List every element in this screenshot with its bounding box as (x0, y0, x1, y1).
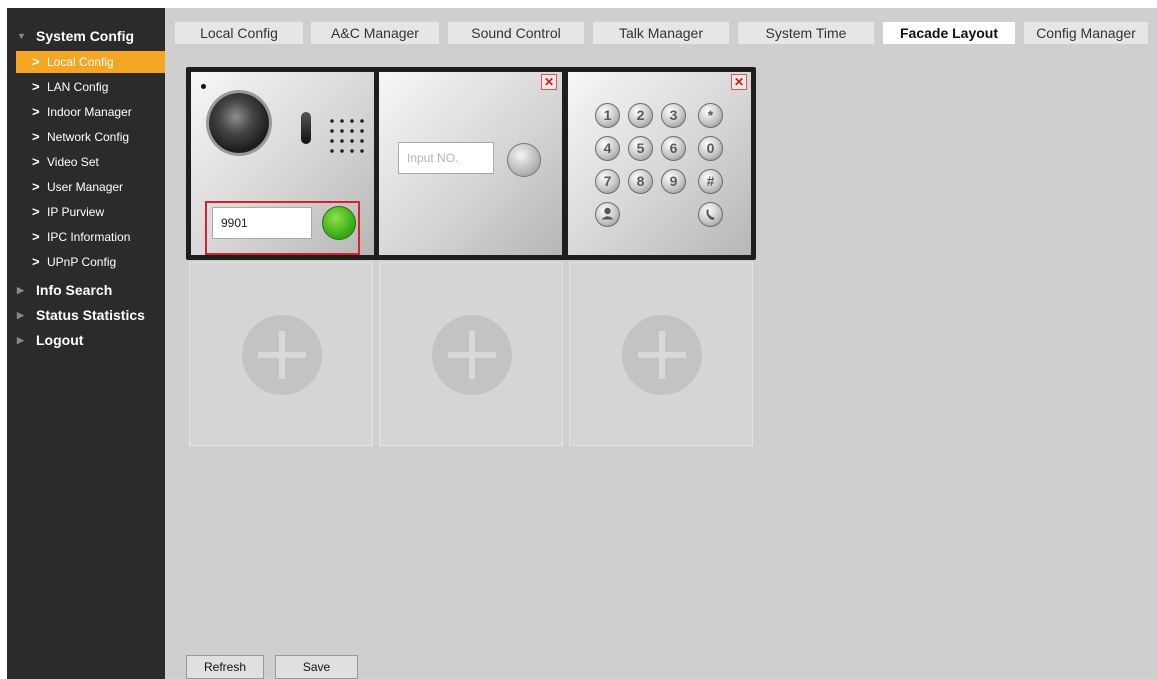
sidebar-item-label: Indoor Manager (47, 105, 132, 119)
facade-module-row: 9901 ✕ Input NO. ✕ 1 2 3 * 4 5 6 0 7 8 9… (186, 67, 756, 260)
sidebar-item-local-config[interactable]: > Local Config (16, 51, 165, 73)
sidebar-item-user-manager[interactable]: > User Manager (16, 176, 165, 198)
sidebar-item-video-set[interactable]: > Video Set (16, 151, 165, 173)
sidebar-item-label: Video Set (47, 155, 99, 169)
sidebar-item-label: IP Purview (47, 205, 105, 219)
key-2[interactable]: 2 (628, 103, 653, 128)
tab-ac-manager[interactable]: A&C Manager (311, 22, 439, 44)
sidebar-item-ip-purview[interactable]: > IP Purview (16, 201, 165, 223)
highlight-frame: 9901 (205, 201, 360, 255)
add-module-icon[interactable] (242, 315, 322, 395)
contact-icon[interactable] (595, 202, 620, 227)
sidebar-section-label: Info Search (36, 282, 113, 298)
speaker-grille-icon (327, 116, 367, 156)
key-4[interactable]: 4 (595, 136, 620, 161)
chevron-right-icon: > (32, 129, 40, 144)
sidebar-item-label: Network Config (47, 130, 130, 144)
key-9[interactable]: 9 (661, 169, 686, 194)
tab-config-manager[interactable]: Config Manager (1024, 22, 1148, 44)
sidebar-item-label: User Manager (47, 180, 124, 194)
sidebar-item-network-config[interactable]: > Network Config (16, 126, 165, 148)
contact-icon-glyph (601, 207, 614, 220)
sidebar-item-lan-config[interactable]: > LAN Config (16, 76, 165, 98)
key-star[interactable]: * (698, 103, 723, 128)
sidebar-item-label: Local Config (47, 55, 114, 69)
key-7[interactable]: 7 (595, 169, 620, 194)
chevron-right-icon: > (32, 54, 40, 69)
button-module[interactable]: ✕ Input NO. (379, 72, 562, 255)
room-number-input[interactable]: 9901 (212, 207, 312, 239)
add-module-icon[interactable] (432, 315, 512, 395)
close-icon[interactable]: ✕ (541, 74, 557, 90)
phone-icon[interactable] (698, 202, 723, 227)
sidebar-section-status-statistics[interactable]: ▶ Status Statistics (7, 303, 165, 327)
sidebar-item-upnp-config[interactable]: > UPnP Config (16, 251, 165, 273)
call-button[interactable] (322, 206, 356, 240)
key-1[interactable]: 1 (595, 103, 620, 128)
sidebar-section-system-config[interactable]: ▼ System Config (7, 24, 165, 48)
phone-icon-glyph (706, 209, 715, 220)
empty-slot[interactable] (379, 262, 563, 446)
sidebar-section-logout[interactable]: ▶ Logout (7, 328, 165, 352)
collapsed-arrow-icon: ▶ (17, 285, 24, 295)
sidebar-item-label: LAN Config (47, 80, 109, 94)
chevron-right-icon: > (32, 204, 40, 219)
sidebar-section-label: System Config (36, 28, 135, 44)
keypad-module[interactable]: ✕ 1 2 3 * 4 5 6 0 7 8 9 # (568, 72, 751, 255)
sidebar: ▼ System Config > Local Config > LAN Con… (7, 8, 165, 679)
indicator-dot (201, 84, 206, 89)
add-module-icon[interactable] (622, 315, 702, 395)
chevron-right-icon: > (32, 79, 40, 94)
empty-slot[interactable] (189, 262, 373, 446)
key-6[interactable]: 6 (661, 136, 686, 161)
sidebar-section-info-search[interactable]: ▶ Info Search (7, 278, 165, 302)
tab-facade-layout[interactable]: Facade Layout (883, 22, 1015, 44)
call-button[interactable] (507, 143, 541, 177)
sidebar-section-label: Logout (36, 332, 84, 348)
key-hash[interactable]: # (698, 169, 723, 194)
expanded-arrow-icon: ▼ (17, 31, 26, 41)
tab-system-time[interactable]: System Time (738, 22, 874, 44)
ir-sensor-icon (301, 112, 311, 144)
sidebar-item-ipc-information[interactable]: > IPC Information (16, 226, 165, 248)
empty-slot[interactable] (569, 262, 753, 446)
key-8[interactable]: 8 (628, 169, 653, 194)
chevron-right-icon: > (32, 179, 40, 194)
tab-talk-manager[interactable]: Talk Manager (593, 22, 729, 44)
chevron-right-icon: > (32, 254, 40, 269)
sidebar-item-indoor-manager[interactable]: > Indoor Manager (16, 101, 165, 123)
key-5[interactable]: 5 (628, 136, 653, 161)
camera-lens-icon (209, 93, 269, 153)
key-3[interactable]: 3 (661, 103, 686, 128)
sidebar-section-label: Status Statistics (36, 307, 145, 323)
save-button[interactable]: Save (275, 655, 358, 679)
close-icon[interactable]: ✕ (731, 74, 747, 90)
key-0[interactable]: 0 (698, 136, 723, 161)
sidebar-item-label: UPnP Config (47, 255, 117, 269)
facade-layout-grid: 9901 ✕ Input NO. ✕ 1 2 3 * 4 5 6 0 7 8 9… (186, 67, 756, 447)
tab-sound-control[interactable]: Sound Control (448, 22, 584, 44)
chevron-right-icon: > (32, 154, 40, 169)
app-window: ▼ System Config > Local Config > LAN Con… (7, 8, 1157, 679)
refresh-button[interactable]: Refresh (186, 655, 264, 679)
chevron-right-icon: > (32, 104, 40, 119)
camera-module[interactable]: 9901 (191, 72, 374, 255)
tab-local-config[interactable]: Local Config (175, 22, 303, 44)
collapsed-arrow-icon: ▶ (17, 310, 24, 320)
chevron-right-icon: > (32, 229, 40, 244)
collapsed-arrow-icon: ▶ (17, 335, 24, 345)
number-input[interactable]: Input NO. (398, 142, 494, 174)
tab-bar: Local Config A&C Manager Sound Control T… (165, 22, 1157, 44)
sidebar-item-label: IPC Information (47, 230, 131, 244)
